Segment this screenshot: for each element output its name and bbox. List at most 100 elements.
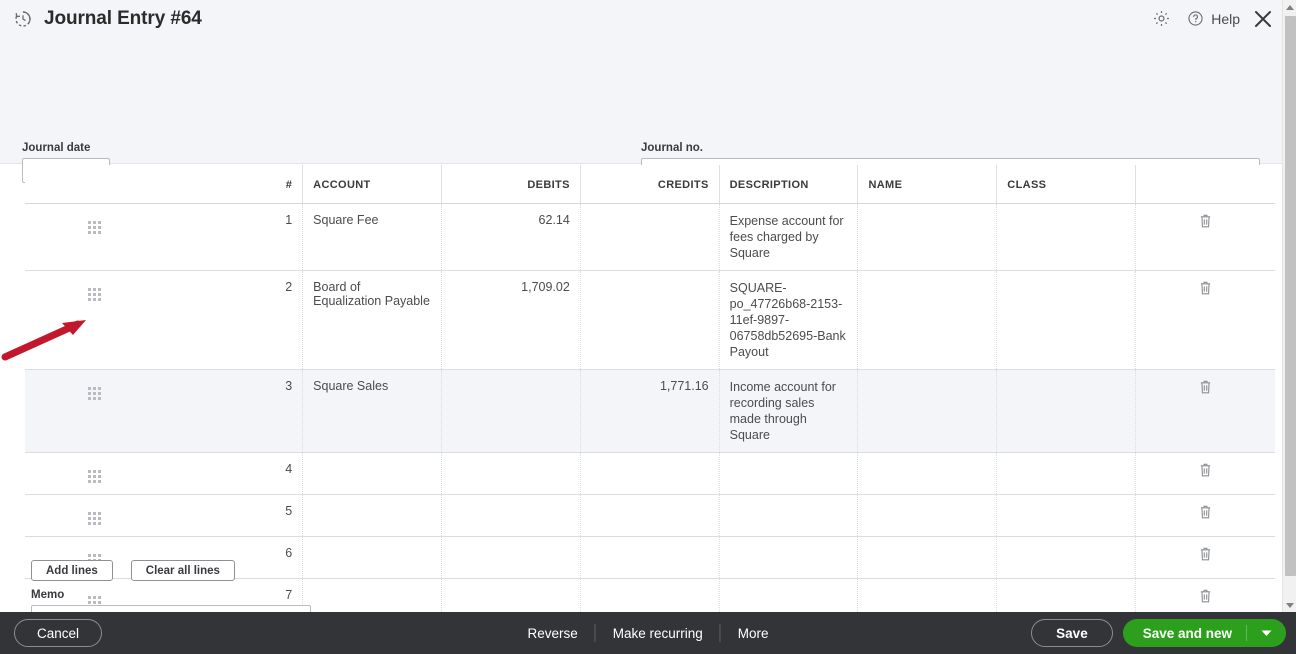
row-name[interactable] [857,536,998,579]
col-account: ACCOUNT [302,165,442,204]
trash-icon[interactable] [1199,547,1212,564]
journal-no-label: Journal no. [641,142,703,154]
trash-icon[interactable] [1199,589,1212,606]
row-description[interactable] [719,536,859,579]
row-class[interactable] [996,203,1137,271]
header-actions: Help [1150,0,1274,37]
row-credits[interactable] [580,494,720,537]
row-delete-cell[interactable] [1135,203,1275,271]
row-debits[interactable] [441,536,581,579]
row-account[interactable] [302,494,442,537]
row-delete-cell[interactable] [1135,369,1275,453]
row-credits[interactable] [580,270,720,370]
line-actions: Add lines Clear all lines [31,560,235,581]
row-account[interactable] [302,452,442,495]
row-account[interactable] [302,536,442,579]
history-clock-icon[interactable] [12,8,34,30]
chevron-down-icon[interactable] [1247,630,1286,637]
help-label: Help [1211,10,1240,27]
trash-icon[interactable] [1199,505,1212,522]
row-credits[interactable] [580,203,720,271]
row-index: 4 [163,452,304,495]
scroll-thumb[interactable] [1285,16,1296,576]
title-group: Journal Entry #64 [0,8,202,30]
form-header: Journal date Journal no. [0,37,1282,183]
row-credits[interactable] [580,536,720,579]
window-header: Journal Entry #64 Help [0,0,1282,37]
memo-label: Memo [31,589,65,601]
scroll-down-arrow-icon[interactable] [1283,598,1296,612]
row-drag-cell[interactable] [25,270,164,370]
row-class[interactable] [996,270,1137,370]
trash-icon[interactable] [1199,463,1212,480]
row-credits[interactable] [580,452,720,495]
row-description[interactable] [719,494,859,537]
drag-handle-icon[interactable] [87,288,101,301]
help-button[interactable]: Help [1184,8,1240,30]
row-name[interactable] [857,369,998,453]
row-drag-cell[interactable] [25,369,164,453]
drag-handle-icon[interactable] [87,470,101,483]
trash-icon[interactable] [1199,380,1212,397]
row-delete-cell[interactable] [1135,494,1275,537]
col-class: CLASS [996,165,1137,204]
row-drag-cell[interactable] [25,203,164,271]
row-name[interactable] [857,452,998,495]
col-credits: CREDITS [580,165,720,204]
save-and-new-button[interactable]: Save and new [1122,619,1286,647]
row-name[interactable] [857,270,998,370]
make-recurring-button[interactable]: Make recurring [596,625,720,642]
table-row[interactable]: 1 Square Fee 62.14 Expense account for fees… [25,203,1275,271]
row-debits[interactable]: 62.14 [441,203,581,271]
row-description[interactable] [719,452,859,495]
drag-handle-icon[interactable] [87,221,101,234]
page-scrollbar[interactable] [1282,0,1296,612]
row-credits[interactable]: 1,771.16 [580,369,720,453]
row-class[interactable] [996,494,1137,537]
row-description[interactable]: Expense account for fees charged by Squa… [719,203,859,271]
scroll-up-arrow-icon[interactable] [1283,0,1296,14]
row-class[interactable] [996,536,1137,579]
row-index: 1 [163,203,304,271]
trash-icon[interactable] [1199,214,1212,231]
drag-handle-icon[interactable] [87,387,101,400]
cancel-button[interactable]: Cancel [14,619,103,647]
row-name[interactable] [857,203,998,271]
row-debits[interactable] [441,452,581,495]
row-drag-cell[interactable] [25,494,164,537]
table-row[interactable]: 3 Square Sales 1,771.16 Income account for … [25,369,1275,453]
row-delete-cell[interactable] [1135,452,1275,495]
question-circle-icon [1184,8,1206,30]
row-debits[interactable] [441,494,581,537]
reverse-button[interactable]: Reverse [510,625,594,642]
row-delete-cell[interactable] [1135,536,1275,579]
row-description[interactable]: SQUARE-po_47726b68-2153-11ef-9897-06758d… [719,270,859,370]
row-delete-cell[interactable] [1135,270,1275,370]
table-row[interactable]: 2 Board of Equalization Payable 1,709.02 SQ… [25,270,1275,370]
row-debits[interactable] [441,369,581,453]
row-description[interactable]: Income account for recording sales made … [719,369,859,453]
row-name[interactable] [857,494,998,537]
gear-icon[interactable] [1150,8,1172,30]
row-account[interactable]: Square Fee [302,203,442,271]
table-row[interactable]: 5 [25,494,1275,537]
table-header: # ACCOUNT DEBITS CREDITS DESCRIPTION NAM… [25,165,1275,204]
save-and-new-label: Save and new [1142,625,1232,641]
row-index: 5 [163,494,304,537]
row-debits[interactable]: 1,709.02 [441,270,581,370]
close-x-icon[interactable] [1252,8,1274,30]
more-button[interactable]: More [721,625,786,642]
table-row[interactable]: 4 [25,452,1275,495]
add-lines-button[interactable]: Add lines [31,560,113,581]
row-drag-cell[interactable] [25,452,164,495]
save-button[interactable]: Save [1031,619,1113,647]
footer-bar: Cancel Reverse Make recurring More Save … [0,612,1296,654]
row-class[interactable] [996,369,1137,453]
page-title: Journal Entry #64 [44,7,202,29]
row-account[interactable]: Square Sales [302,369,442,453]
trash-icon[interactable] [1199,281,1212,298]
row-class[interactable] [996,452,1137,495]
clear-all-lines-button[interactable]: Clear all lines [130,560,235,581]
row-account[interactable]: Board of Equalization Payable [302,270,442,370]
drag-handle-icon[interactable] [87,512,101,525]
